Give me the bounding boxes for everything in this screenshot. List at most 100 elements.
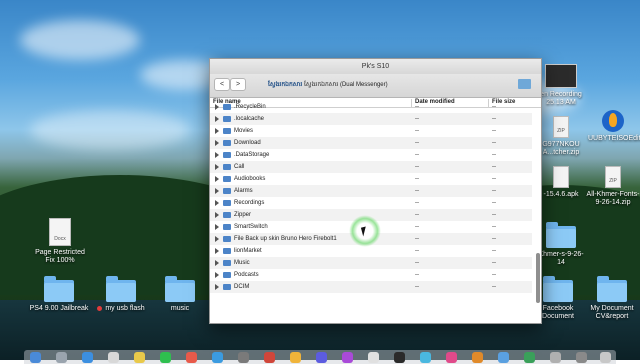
folder-icon bbox=[223, 272, 231, 278]
desktop-zip-fonts[interactable]: ZIP All-Khmer-Fonts-9-26-14.zip bbox=[586, 166, 640, 207]
disclosure-triangle-icon[interactable] bbox=[215, 188, 219, 194]
disclosure-triangle-icon[interactable] bbox=[215, 212, 219, 218]
zip-file-icon: ZIP bbox=[605, 166, 621, 188]
forward-button[interactable]: > bbox=[230, 78, 246, 91]
table-row[interactable]: Podcasts -- -- bbox=[210, 269, 532, 281]
file-name-cell: Zipper bbox=[234, 212, 252, 218]
table-row[interactable]: Call -- -- bbox=[210, 161, 532, 173]
disclosure-triangle-icon[interactable] bbox=[215, 128, 219, 134]
calendar-dock-icon[interactable] bbox=[186, 352, 197, 363]
back-button[interactable]: < bbox=[214, 78, 230, 91]
table-row[interactable]: Audiobooks -- -- bbox=[210, 173, 532, 185]
cloud bbox=[20, 20, 140, 60]
disclosure-triangle-icon[interactable] bbox=[215, 152, 219, 158]
table-row[interactable]: Download -- -- bbox=[210, 137, 532, 149]
file-name-cell: Podcasts bbox=[234, 272, 259, 278]
app-dock-icon[interactable] bbox=[498, 352, 509, 363]
disclosure-triangle-icon[interactable] bbox=[215, 224, 219, 230]
app-dock-icon[interactable] bbox=[420, 352, 431, 363]
new-folder-icon[interactable] bbox=[518, 79, 531, 89]
file-name-cell: .RecycleBin bbox=[234, 104, 266, 110]
file-size-cell: -- bbox=[492, 236, 496, 242]
disclosure-triangle-icon[interactable] bbox=[215, 284, 219, 290]
file-name-cell: .DataStorage bbox=[234, 152, 270, 158]
folder-icon bbox=[223, 104, 231, 110]
desktop-doc-page-restricted[interactable]: Docx Page Restricted Fix 100% bbox=[32, 218, 88, 265]
disclosure-triangle-icon[interactable] bbox=[215, 272, 219, 278]
device-description[interactable]: ស្វែងរកឯកសារ (Dual Messenger) bbox=[304, 80, 388, 89]
table-row[interactable]: Movies -- -- bbox=[210, 125, 532, 137]
notes-dock-icon[interactable] bbox=[290, 352, 301, 363]
file-list: File name Date modified File size .Recyc… bbox=[210, 98, 541, 323]
table-row[interactable]: Music -- -- bbox=[210, 257, 532, 269]
desktop-folder-mydocument[interactable]: My Document CV&report bbox=[586, 276, 638, 321]
table-row[interactable]: .UTSystemConfig---- bbox=[210, 293, 532, 296]
toolbar: < > ស្វែងរកឯកសារ ស្វែងរកឯកសារ (Dual Mess… bbox=[210, 74, 541, 98]
vertical-scrollbar[interactable] bbox=[536, 253, 540, 303]
folder-icon bbox=[165, 276, 195, 302]
date-modified-cell: -- bbox=[415, 140, 419, 146]
icon-caption: Page Restricted Fix 100% bbox=[35, 249, 85, 264]
folder-icon bbox=[106, 276, 136, 302]
app-dock-icon[interactable] bbox=[316, 352, 327, 363]
disclosure-triangle-icon[interactable] bbox=[215, 200, 219, 206]
file-transfer-window[interactable]: Pk's S10 < > ស្វែងរកឯកសារ ស្វែងរកឯកសារ (… bbox=[209, 58, 542, 324]
desktop-app-isoeditor[interactable]: UUBYTEISOEditor bbox=[588, 110, 640, 143]
disclosure-triangle-icon[interactable] bbox=[215, 176, 219, 182]
mail-dock-icon[interactable] bbox=[108, 352, 119, 363]
table-row[interactable]: Alarms -- -- bbox=[210, 185, 532, 197]
disclosure-triangle-icon[interactable] bbox=[215, 140, 219, 146]
disclosure-triangle-icon[interactable] bbox=[215, 104, 219, 110]
settings-dock-icon[interactable] bbox=[238, 352, 249, 363]
file-name-cell: Alarms bbox=[234, 188, 253, 194]
disclosure-triangle-icon[interactable] bbox=[215, 260, 219, 266]
app-dock-icon[interactable] bbox=[524, 352, 535, 363]
app-dock-icon[interactable] bbox=[472, 352, 483, 363]
trash-dock-icon[interactable] bbox=[600, 352, 611, 363]
appstore-dock-icon[interactable] bbox=[212, 352, 223, 363]
disclosure-triangle-icon[interactable] bbox=[215, 248, 219, 254]
disclosure-triangle-icon[interactable] bbox=[215, 236, 219, 242]
notes-dock-icon[interactable] bbox=[134, 352, 145, 363]
podcasts-dock-icon[interactable] bbox=[342, 352, 353, 363]
file-size-cell: -- bbox=[492, 200, 496, 206]
file-name-cell: Download bbox=[234, 140, 261, 146]
date-modified-cell: -- bbox=[415, 164, 419, 170]
icon-caption: G977NKOU A...tcher.zip bbox=[542, 141, 580, 156]
table-row[interactable]: .localcache -- -- bbox=[210, 113, 532, 125]
desktop-zip-firmware[interactable]: ZIP G977NKOU A...tcher.zip bbox=[536, 116, 586, 157]
app-dock-icon[interactable] bbox=[550, 352, 561, 363]
music-dock-icon[interactable] bbox=[446, 352, 457, 363]
file-name-cell: Audiobooks bbox=[234, 176, 266, 182]
app-dock-icon[interactable] bbox=[576, 352, 587, 363]
messages-dock-icon[interactable] bbox=[160, 352, 171, 363]
launchpad-dock-icon[interactable] bbox=[56, 352, 67, 363]
app-dock-icon[interactable] bbox=[368, 352, 379, 363]
disclosure-triangle-icon[interactable] bbox=[215, 164, 219, 170]
desktop-apk[interactable]: -15.4.6.apk bbox=[536, 166, 586, 199]
desktop-folder-music[interactable]: music bbox=[160, 276, 200, 313]
finder-dock-icon[interactable] bbox=[30, 352, 41, 363]
photos-dock-icon[interactable] bbox=[264, 352, 275, 363]
file-size-cell: -- bbox=[492, 116, 496, 122]
safari-dock-icon[interactable] bbox=[82, 352, 93, 363]
desktop-folder-khmer[interactable]: Khmer-s-9-26-14 bbox=[536, 222, 586, 267]
desktop-folder-jailbreak[interactable]: PS4 9.00 Jailbreak bbox=[28, 276, 90, 313]
disclosure-triangle-icon[interactable] bbox=[215, 116, 219, 122]
table-row[interactable]: lionMarket -- -- bbox=[210, 245, 532, 257]
date-modified-cell: -- bbox=[415, 176, 419, 182]
desktop-recording[interactable]: en Recording 25.13 AM bbox=[536, 64, 586, 107]
table-row[interactable]: Recordings -- -- bbox=[210, 197, 532, 209]
table-row[interactable]: .DataStorage -- -- bbox=[210, 149, 532, 161]
folder-icon bbox=[223, 140, 231, 146]
date-modified-cell: -- bbox=[415, 188, 419, 194]
file-size-cell: -- bbox=[492, 104, 496, 110]
terminal-dock-icon[interactable] bbox=[394, 352, 405, 363]
table-row[interactable]: DCIM -- -- bbox=[210, 281, 532, 293]
icon-caption: -15.4.6.apk bbox=[543, 191, 579, 198]
table-row[interactable]: .RecycleBin -- -- bbox=[210, 101, 532, 113]
desktop-folder-usb[interactable]: my usb flash bbox=[94, 276, 148, 313]
video-thumbnail-icon bbox=[545, 64, 577, 88]
device-label[interactable]: ស្វែងរកឯកសារ bbox=[268, 80, 302, 89]
window-title[interactable]: Pk's S10 bbox=[210, 59, 541, 74]
